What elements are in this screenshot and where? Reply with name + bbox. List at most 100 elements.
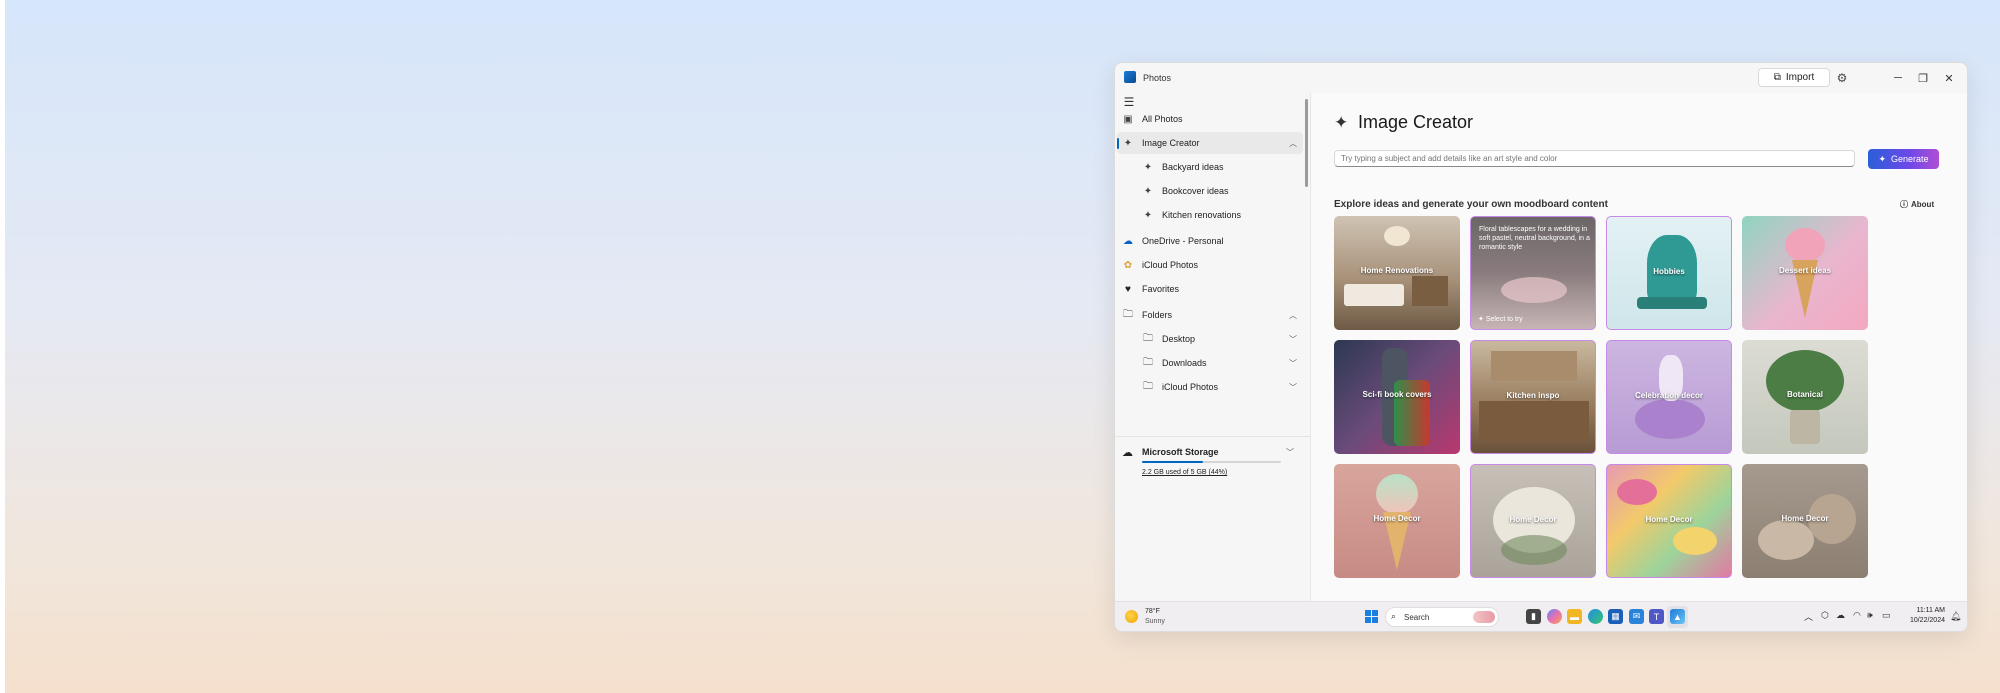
chevron-down-icon[interactable]: ﹀ — [1286, 447, 1294, 458]
network-tray-icon[interactable]: ⬡ — [1821, 610, 1829, 621]
copilot-icon[interactable] — [1547, 609, 1562, 624]
tile-scifi-book-covers[interactable]: Sci-fi book covers — [1334, 340, 1460, 454]
select-to-try-hint: ✦ Select to try — [1478, 316, 1523, 323]
tile-label: Hobbies — [1653, 267, 1685, 276]
main-content: ✦ Image Creator ✦ Generate Explore ideas… — [1311, 93, 1967, 601]
chevron-down-icon[interactable]: ﹀ — [1289, 382, 1297, 393]
battery-icon[interactable]: ▭ — [1882, 610, 1891, 621]
chevron-up-icon[interactable]: ︿ — [1289, 138, 1297, 149]
sidebar-item-label: OneDrive - Personal — [1142, 236, 1224, 246]
sidebar-item-desktop[interactable]: 🗀 Desktop ﹀ — [1117, 328, 1303, 350]
settings-gear-icon[interactable]: ⚙ — [1834, 70, 1850, 86]
image-creator-icon: ✦ — [1123, 137, 1133, 149]
sidebar-item-label: Favorites — [1142, 284, 1180, 294]
windows-start-icon[interactable] — [1365, 610, 1379, 624]
image-creator-icon: ✦ — [1143, 161, 1153, 173]
sidebar-item-bookcover-ideas[interactable]: ✦ Bookcover ideas — [1117, 180, 1303, 202]
clock-time[interactable]: 11:11 AM — [1903, 607, 1945, 614]
task-view-icon[interactable]: ▮ — [1526, 609, 1541, 624]
minimize-button[interactable]: ─ — [1887, 68, 1909, 88]
file-explorer-icon[interactable]: ▬ — [1567, 609, 1582, 624]
storage-progress-fill — [1142, 461, 1204, 463]
tile-home-decor-2[interactable]: Home Decor — [1470, 464, 1596, 578]
chevron-down-icon[interactable]: ﹀ — [1289, 334, 1297, 345]
store-icon[interactable]: ▦ — [1608, 609, 1623, 624]
cloud-icon: ☁ — [1122, 447, 1133, 459]
heart-icon: ♥ — [1125, 283, 1131, 295]
sidebar-item-all-photos[interactable]: ▣ All Photos — [1117, 108, 1303, 130]
generate-button[interactable]: ✦ Generate — [1868, 149, 1939, 169]
weather-temperature[interactable]: 78°F — [1145, 608, 1160, 615]
storage-title[interactable]: Microsoft Storage — [1142, 447, 1219, 457]
taskbar: 78°F Sunny ⌕ Search ▮ ▬ ▦ ✉ T ▲ ︿ ⬡ ☁ ◠ … — [1115, 601, 1967, 631]
image-creator-icon: ✦ — [1334, 113, 1349, 132]
tile-botanical[interactable]: Botanical — [1742, 340, 1868, 454]
sidebar-item-icloud-folder[interactable]: 🗀 iCloud Photos ﹀ — [1117, 376, 1303, 398]
tile-home-decor-4[interactable]: Home Decor — [1742, 464, 1868, 578]
tile-home-renovations[interactable]: Home Renovations — [1334, 216, 1460, 330]
teams-icon[interactable]: T — [1649, 609, 1664, 624]
close-button[interactable]: ✕ — [1938, 68, 1960, 88]
sidebar-item-favorites[interactable]: ♥ Favorites — [1117, 278, 1303, 300]
tile-label: Home Decor — [1781, 514, 1829, 523]
tile-hobbies[interactable]: Hobbies — [1606, 216, 1732, 330]
tile-hint-label: Select to try — [1485, 316, 1523, 323]
image-creator-icon: ✦ — [1143, 209, 1153, 221]
sparkle-icon: ✦ — [1878, 153, 1886, 164]
sidebar-item-downloads[interactable]: 🗀 Downloads ﹀ — [1117, 352, 1303, 374]
wifi-icon[interactable]: ◠ — [1853, 610, 1861, 621]
tile-description: Floral tablescapes for a wedding in soft… — [1479, 226, 1590, 251]
tile-label: Dessert ideas — [1778, 266, 1832, 275]
folder-icon: 🗀 — [1123, 308, 1133, 320]
tile-kitchen-inspo[interactable]: Kitchen inspo — [1470, 340, 1596, 454]
sidebar-item-image-creator[interactable]: ✦ Image Creator ︿ — [1117, 132, 1303, 154]
page-title: Image Creator — [1358, 112, 1474, 132]
tile-label: Sci-fi book covers — [1362, 390, 1432, 399]
sidebar-item-onedrive[interactable]: ☁ OneDrive - Personal — [1117, 230, 1303, 252]
photos-taskbar-icon[interactable]: ▲ — [1670, 609, 1685, 624]
chevron-up-icon[interactable]: ︿ — [1804, 610, 1813, 623]
hamburger-menu-icon[interactable]: ☰ — [1122, 95, 1136, 109]
notification-bell-icon[interactable]: 🔔︎ — [1950, 611, 1961, 622]
prompt-input[interactable] — [1334, 150, 1855, 167]
tile-label: Kitchen inspo — [1506, 391, 1560, 400]
sidebar-item-label: Downloads — [1162, 358, 1207, 368]
sidebar-item-folders[interactable]: 🗀 Folders ︿ — [1117, 304, 1303, 326]
tile-label: Celebration decor — [1634, 391, 1703, 400]
outlook-icon[interactable]: ✉ — [1629, 609, 1644, 624]
title-bar: Photos ⧉ Import ⚙ ─ ❐ ✕ — [1115, 63, 1967, 93]
clock-date[interactable]: 10/22/2024 — [1903, 617, 1945, 624]
sidebar-scrollbar[interactable] — [1305, 99, 1308, 187]
sidebar-item-label: iCloud Photos — [1142, 260, 1199, 270]
sidebar-item-label: Image Creator — [1142, 138, 1200, 148]
tile-floral-tablescapes[interactable]: Floral tablescapes for a wedding in soft… — [1470, 216, 1596, 330]
tile-home-decor-3[interactable]: Home Decor — [1606, 464, 1732, 578]
onedrive-tray-icon[interactable]: ☁ — [1836, 610, 1845, 621]
storage-used-link[interactable]: 2.2 GB used of 5 GB (44%) — [1142, 469, 1227, 476]
taskbar-search[interactable]: ⌕ Search — [1385, 607, 1499, 627]
sidebar-item-kitchen-renovations[interactable]: ✦ Kitchen renovations — [1117, 204, 1303, 226]
folder-icon: 🗀 — [1143, 380, 1153, 392]
tile-dessert-ideas[interactable]: Dessert ideas — [1742, 216, 1868, 330]
chevron-down-icon[interactable]: ﹀ — [1289, 358, 1297, 369]
import-icon: ⧉ — [1773, 72, 1781, 83]
tile-celebration-decor[interactable]: Celebration decor — [1606, 340, 1732, 454]
sidebar-item-icloud-photos[interactable]: ✿ iCloud Photos — [1117, 254, 1303, 276]
sidebar-item-label: Folders — [1142, 310, 1173, 320]
folder-icon: 🗀 — [1143, 332, 1153, 344]
tile-home-decor-1[interactable]: Home Decor — [1334, 464, 1460, 578]
sun-weather-icon[interactable] — [1125, 610, 1138, 623]
chevron-up-icon[interactable]: ︿ — [1289, 310, 1297, 321]
weather-condition[interactable]: Sunny — [1145, 618, 1165, 625]
import-button[interactable]: ⧉ Import — [1758, 68, 1830, 87]
search-icon: ⌕ — [1391, 611, 1397, 621]
restore-button[interactable]: ❐ — [1912, 68, 1934, 88]
edge-icon[interactable] — [1588, 609, 1603, 624]
icloud-icon: ✿ — [1123, 259, 1133, 271]
about-button[interactable]: ⓘ About — [1900, 199, 1934, 210]
sidebar-item-backyard-ideas[interactable]: ✦ Backyard ideas — [1117, 156, 1303, 178]
tile-label: Home Decor — [1373, 514, 1421, 523]
folder-icon: 🗀 — [1143, 356, 1153, 368]
tile-label: Home Decor — [1509, 515, 1557, 524]
volume-icon[interactable]: 🕪 — [1867, 610, 1873, 621]
